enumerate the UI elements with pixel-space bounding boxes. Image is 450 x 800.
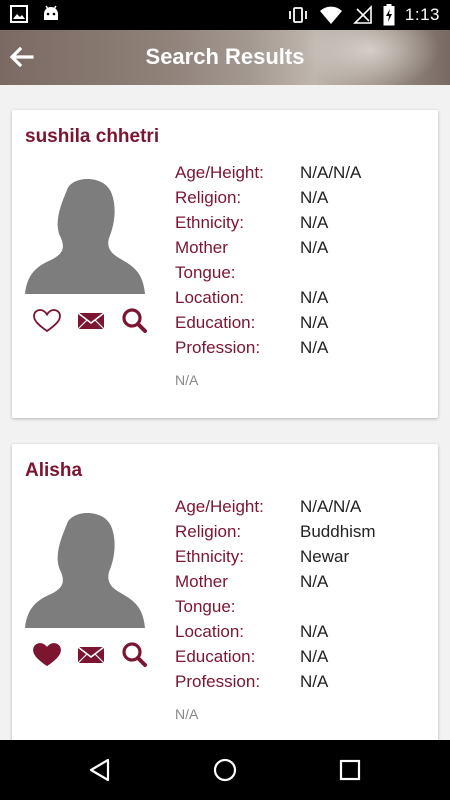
detail-row-profession: Profession: N/A xyxy=(175,335,425,360)
profile-details: Age/Height: N/A/N/A Religion: Buddhism Eth… xyxy=(175,494,425,694)
status-bar: 1:13 xyxy=(0,0,450,30)
detail-row-ethnicity: Ethnicity: Newar xyxy=(175,544,425,569)
profile-name[interactable]: Alisha xyxy=(25,460,82,482)
search-icon[interactable] xyxy=(120,642,150,668)
detail-label: Profession: xyxy=(175,672,261,691)
detail-row-location: Location: N/A xyxy=(175,285,425,310)
detail-value: N/A xyxy=(300,213,329,232)
profile-card[interactable]: sushila chhetri Age/Height: N/A/N/A Relig… xyxy=(12,110,438,418)
detail-row-profession: Profession: N/A xyxy=(175,669,425,694)
detail-row-ethnicity: Ethnicity: N/A xyxy=(175,210,425,235)
detail-row-mother-tongue-cont: Tongue: xyxy=(175,594,425,619)
profile-details: Age/Height: N/A/N/A Religion: N/A Ethnicit… xyxy=(175,160,425,360)
detail-row-location: Location: N/A xyxy=(175,619,425,644)
profile-footer: N/A xyxy=(175,706,199,722)
app-bar: Search Results xyxy=(0,30,450,85)
battery-charging-icon xyxy=(383,4,395,26)
profile-name[interactable]: sushila chhetri xyxy=(25,126,159,148)
recents-square-icon[interactable] xyxy=(336,756,364,784)
detail-label: Tongue: xyxy=(175,263,236,282)
detail-value: N/A xyxy=(300,338,329,357)
profile-card[interactable]: Alisha Age/Height: N/A/N/A Religion: Buddh… xyxy=(12,444,438,740)
status-time: 1:13 xyxy=(404,5,440,24)
detail-value: N/A xyxy=(300,288,329,307)
heart-outline-icon[interactable] xyxy=(32,308,62,334)
detail-label: Location: xyxy=(175,288,244,307)
android-icon xyxy=(44,5,58,20)
detail-label: Mother xyxy=(175,572,228,591)
profile-actions xyxy=(32,642,150,670)
detail-row-mother-tongue-cont: Tongue: xyxy=(175,260,425,285)
detail-row-age-height: Age/Height: N/A/N/A xyxy=(175,494,425,519)
system-nav-bar xyxy=(0,740,450,800)
detail-value: N/A xyxy=(300,622,329,641)
no-signal-icon xyxy=(352,5,372,24)
search-icon[interactable] xyxy=(120,308,150,334)
detail-row-mother-tongue: Mother N/A xyxy=(175,569,425,594)
home-circle-icon[interactable] xyxy=(211,756,239,784)
detail-label: Education: xyxy=(175,313,256,332)
detail-label: Age/Height: xyxy=(175,497,264,516)
detail-label: Ethnicity: xyxy=(175,547,244,566)
detail-label: Education: xyxy=(175,647,256,666)
bluetooth-vibrate-icon xyxy=(289,7,307,23)
detail-label: Age/Height: xyxy=(175,163,264,182)
profile-footer: N/A xyxy=(175,372,199,388)
detail-label: Religion: xyxy=(175,522,242,541)
detail-label: Profession: xyxy=(175,338,261,357)
mail-icon[interactable] xyxy=(76,642,106,668)
detail-row-mother-tongue: Mother N/A xyxy=(175,235,425,260)
image-icon xyxy=(10,5,28,23)
detail-value: Buddhism xyxy=(300,522,376,541)
detail-value: N/A xyxy=(300,188,329,207)
detail-row-education: Education: N/A xyxy=(175,644,425,669)
detail-row-religion: Religion: Buddhism xyxy=(175,519,425,544)
detail-label: Ethnicity: xyxy=(175,213,244,232)
detail-value: N/A xyxy=(300,313,329,332)
detail-row-education: Education: N/A xyxy=(175,310,425,335)
back-triangle-icon[interactable] xyxy=(86,756,114,784)
detail-row-religion: Religion: N/A xyxy=(175,185,425,210)
detail-row-age-height: Age/Height: N/A/N/A xyxy=(175,160,425,185)
detail-label: Location: xyxy=(175,622,244,641)
avatar-silhouette-icon[interactable] xyxy=(25,506,145,628)
detail-value: N/A/N/A xyxy=(300,163,362,182)
detail-label: Religion: xyxy=(175,188,242,207)
mail-icon[interactable] xyxy=(76,308,106,334)
wifi-icon xyxy=(319,6,342,24)
detail-value: N/A/N/A xyxy=(300,497,362,516)
detail-value: N/A xyxy=(300,238,329,257)
detail-value: N/A xyxy=(300,672,329,691)
profile-actions xyxy=(32,308,150,336)
page-title: Search Results xyxy=(145,44,305,69)
detail-label: Tongue: xyxy=(175,597,236,616)
avatar-silhouette-icon[interactable] xyxy=(25,172,145,294)
heart-filled-icon[interactable] xyxy=(32,642,62,668)
detail-value: N/A xyxy=(300,572,329,591)
detail-label: Mother xyxy=(175,238,228,257)
results-list[interactable]: sushila chhetri Age/Height: N/A/N/A Relig… xyxy=(0,85,450,740)
detail-value: Newar xyxy=(300,547,350,566)
detail-value: N/A xyxy=(300,647,329,666)
